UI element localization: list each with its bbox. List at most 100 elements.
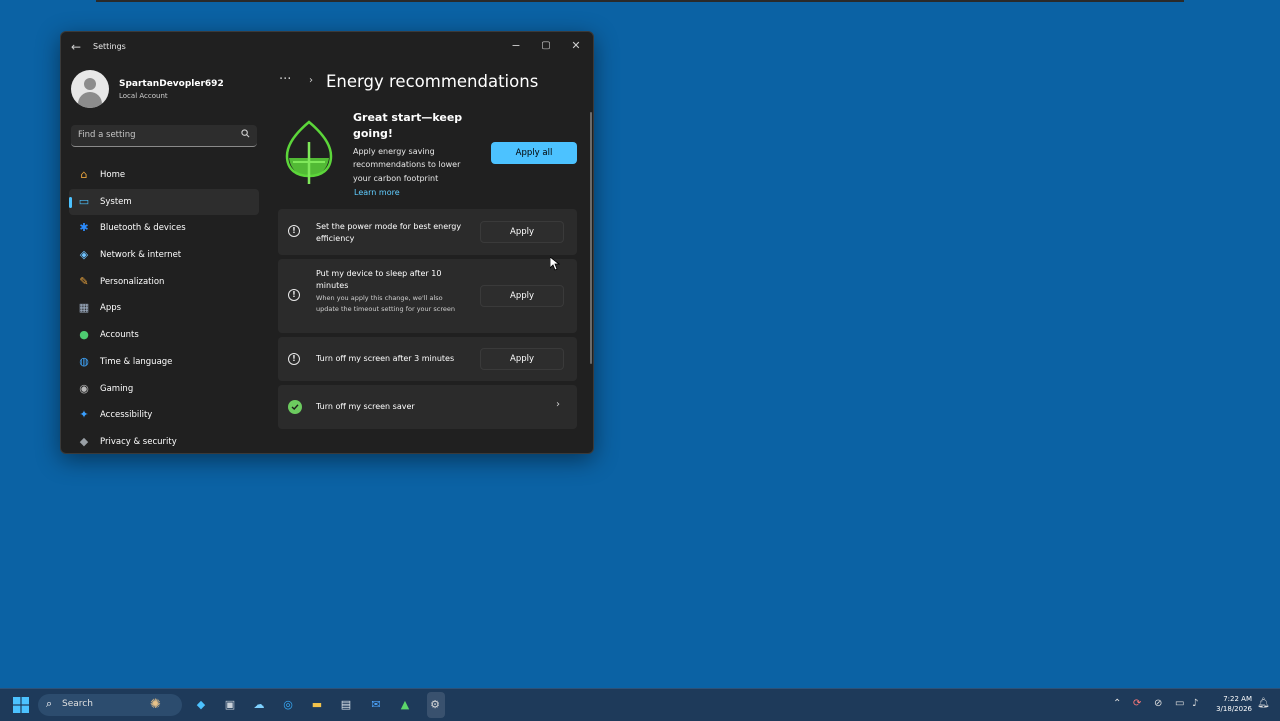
taskbar-search-box[interactable]: ⌕ Search ✺ — [38, 694, 182, 716]
sidebar-item-label: Accessibility — [100, 410, 153, 421]
sidebar-nav: ⌂ Home ▭ System ✱ Bluetooth & devices ◈ Network… — [69, 162, 259, 453]
info-icon: ! — [288, 353, 300, 365]
minimize-button[interactable]: − — [501, 36, 531, 56]
taskbar-clock[interactable]: 7:22 AM 3/18/2026 — [1212, 694, 1252, 714]
globe-icon: ◍ — [79, 354, 89, 368]
recommendation-card: ! Put my device to sleep after 10 minute… — [278, 259, 577, 333]
back-arrow-icon[interactable]: ← — [71, 40, 81, 54]
window-title: Settings — [93, 42, 126, 51]
profile-name: SpartanDevopler692 — [119, 79, 224, 89]
settings-window: ← Settings − ▢ ✕ SpartanDevopler692 Loca… — [60, 31, 594, 454]
sidebar-item-system[interactable]: ▭ System — [69, 188, 259, 216]
accounts-icon: ● — [79, 328, 89, 342]
widgets-icon[interactable]: ☁ — [250, 696, 268, 714]
windows-start-icon[interactable] — [13, 697, 29, 713]
top-edge-line — [96, 0, 1184, 2]
sidebar-item-home[interactable]: ⌂ Home — [69, 162, 259, 189]
recommendation-card: ! Turn off my screen after 3 minutes App… — [278, 337, 577, 381]
page-title: Energy recommendations — [326, 72, 539, 91]
volume-icon[interactable]: ♪ — [1192, 698, 1198, 709]
apply-all-button[interactable]: Apply all — [491, 142, 577, 164]
microsoft-store-icon[interactable]: ▤ — [337, 696, 355, 714]
gamepad-icon: ◉ — [79, 381, 89, 395]
avatar-head-shape — [84, 78, 96, 90]
system-icon: ▭ — [78, 194, 90, 208]
shield-icon: ◆ — [79, 434, 89, 448]
recommendation-subtitle: When you apply this change, we'll also u… — [316, 294, 455, 313]
sidebar-item-bluetooth-devices[interactable]: ✱ Bluetooth & devices — [69, 215, 259, 242]
hero-description: Apply energy saving recommendations to l… — [353, 147, 461, 183]
scrollbar[interactable] — [590, 112, 592, 364]
bluetooth-icon: ✱ — [79, 221, 89, 235]
edge-browser-icon[interactable]: ◎ — [279, 696, 297, 714]
sidebar-item-accessibility[interactable]: ✦ Accessibility — [69, 402, 259, 429]
app-icon[interactable]: ▲ — [396, 696, 414, 714]
task-view-icon[interactable]: ▣ — [221, 696, 239, 714]
sidebar-item-label: Personalization — [100, 276, 165, 287]
avatar[interactable] — [71, 70, 109, 108]
learn-more-link[interactable]: Learn more — [354, 188, 400, 197]
hero-title: Great start—keep going! — [353, 111, 463, 140]
settings-gear-icon[interactable]: ⚙ — [426, 696, 444, 714]
taskbar-search-label: Search — [62, 699, 93, 709]
apply-button[interactable]: Apply — [480, 221, 564, 243]
clock-time: 7:22 AM — [1223, 695, 1252, 703]
brush-icon: ✎ — [79, 274, 89, 288]
recommendation-card-screen-saver[interactable]: Turn off my screen saver › — [278, 385, 577, 429]
apply-button[interactable]: Apply — [480, 285, 564, 307]
info-icon: ! — [288, 289, 300, 301]
sidebar-item-network-internet[interactable]: ◈ Network & internet — [69, 242, 259, 269]
sidebar-item-label: Network & internet — [100, 250, 182, 261]
display-icon[interactable]: ▭ — [1175, 698, 1184, 709]
recommendation-title: Turn off my screen after 3 minutes — [316, 354, 455, 363]
accessibility-icon: ✦ — [79, 408, 89, 422]
file-explorer-icon[interactable]: ▬ — [308, 696, 326, 714]
maximize-button[interactable]: ▢ — [531, 36, 561, 56]
recommendation-title: Put my device to sleep after 10 minutes — [316, 269, 442, 290]
taskbar-search-icon: ⌕ — [46, 697, 53, 710]
sidebar-item-label: Gaming — [100, 383, 134, 394]
breadcrumb-chevron-icon: › — [309, 75, 313, 86]
sidebar-item-apps[interactable]: ▦ Apps — [69, 295, 259, 322]
network-off-icon[interactable]: ⊘ — [1154, 698, 1162, 709]
sidebar-item-personalization[interactable]: ✎ Personalization — [69, 269, 259, 296]
recommendation-card: ! Set the power mode for best energy eff… — [278, 209, 577, 255]
chevron-right-icon: › — [556, 399, 560, 410]
title-bar[interactable]: ← Settings − ▢ ✕ — [61, 32, 593, 62]
clock-date: 3/18/2026 — [1216, 705, 1252, 713]
home-icon: ⌂ — [80, 168, 88, 181]
close-button[interactable]: ✕ — [561, 36, 591, 56]
copilot-icon[interactable]: ◆ — [192, 696, 210, 714]
apply-button[interactable]: Apply — [480, 348, 564, 370]
breadcrumb-overflow-button[interactable]: ··· — [279, 72, 291, 87]
taskbar: ⌕ Search ✺ ◆ ▣ ☁ ◎ ▬ ▤ ✉ ▲ ⚙ ⌃ ⟳ ⊘ ▭ ♪ 7… — [0, 688, 1280, 721]
search-icon — [241, 129, 250, 141]
notification-bell-icon[interactable]: 🔔︎ — [1257, 698, 1270, 709]
sidebar-item-label: Privacy & security — [100, 436, 177, 447]
apps-icon: ▦ — [78, 301, 90, 315]
recommendation-title: Set the power mode for best energy effic… — [316, 222, 462, 243]
sidebar-item-gaming[interactable]: ◉ Gaming — [69, 376, 259, 403]
sidebar-item-privacy-security[interactable]: ◆ Privacy & security — [69, 429, 259, 453]
sidebar-item-accounts[interactable]: ● Accounts — [69, 322, 259, 349]
info-icon: ! — [288, 225, 300, 237]
chevron-up-icon[interactable]: ⌃ — [1113, 698, 1121, 709]
mail-icon[interactable]: ✉ — [367, 696, 385, 714]
sidebar-item-label: Home — [100, 170, 126, 180]
wifi-icon: ◈ — [79, 248, 89, 262]
sync-icon[interactable]: ⟳ — [1133, 698, 1141, 709]
sidebar-item-label: Apps — [100, 303, 122, 314]
avatar-body-shape — [78, 92, 102, 108]
leaf-icon — [285, 120, 333, 184]
sidebar-item-label: Time & language — [100, 356, 173, 367]
search-placeholder: Find a setting — [78, 130, 136, 140]
search-highlight-icon: ✺ — [150, 697, 161, 712]
sidebar-item-label: Bluetooth & devices — [100, 223, 186, 234]
checkmark-icon — [288, 400, 302, 414]
recommendation-title: Turn off my screen saver — [316, 402, 415, 411]
search-input[interactable]: Find a setting — [71, 125, 257, 147]
profile-account-type: Local Account — [119, 92, 168, 100]
sidebar-item-label: Accounts — [100, 330, 139, 341]
sidebar-item-time-language[interactable]: ◍ Time & language — [69, 349, 259, 376]
mouse-cursor-icon — [550, 257, 560, 271]
